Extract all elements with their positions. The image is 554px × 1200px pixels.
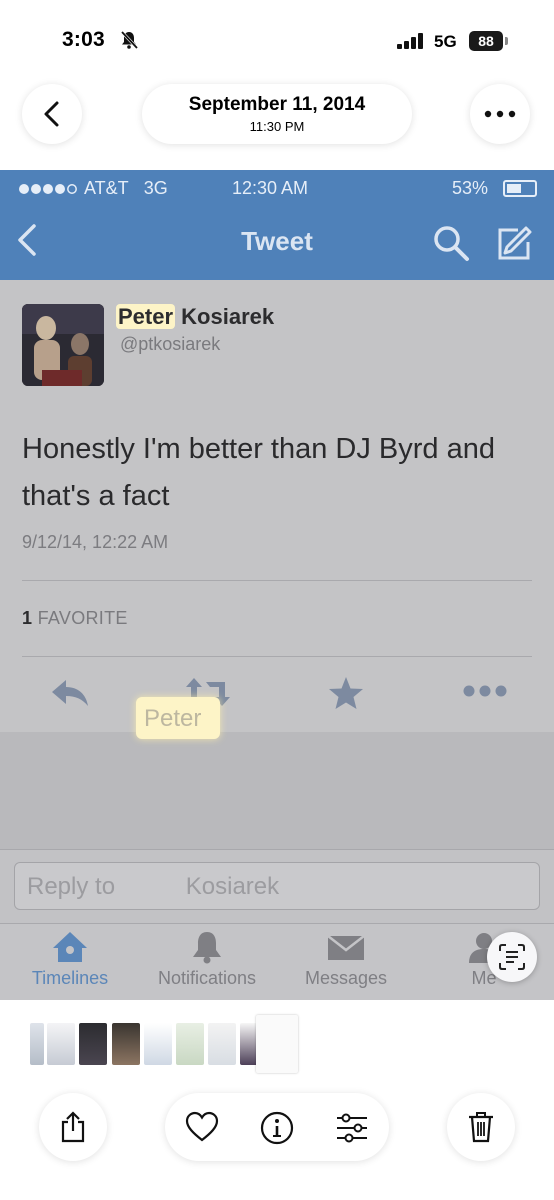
cellular-signal-icon	[397, 33, 423, 49]
avatar-photo	[22, 304, 104, 386]
adjust-icon[interactable]	[335, 1113, 369, 1143]
more-actions-icon[interactable]	[462, 684, 508, 698]
info-icon[interactable]	[260, 1111, 294, 1145]
author-handle[interactable]: @ptkosiarek	[120, 334, 220, 355]
embedded-time: 12:30 AM	[232, 178, 309, 198]
carrier-name: AT&T	[84, 178, 129, 198]
divider	[22, 656, 532, 657]
home-icon	[53, 932, 87, 962]
ellipsis-icon	[484, 110, 516, 118]
bell-slash-icon	[120, 30, 139, 50]
thumbnail[interactable]	[176, 1023, 204, 1065]
ios-status-bar: 3:03 5G 88	[0, 0, 554, 80]
battery-cap	[505, 37, 508, 45]
battery-icon: 88	[469, 31, 503, 51]
tab-bar: Timelines Notifications Messages Me	[0, 923, 554, 1000]
photo-time: 11:30 PM	[249, 119, 305, 134]
empty-thread-area	[0, 732, 554, 849]
photo-actions-pill	[165, 1093, 389, 1161]
status-time: 3:03	[62, 28, 105, 51]
network-type: 5G	[434, 32, 457, 51]
author-name[interactable]: Peter Kosiarek	[116, 304, 274, 330]
tweet-navbar: Tweet	[0, 204, 554, 280]
reply-placeholder: Reply to Peter Kosiarek	[27, 873, 280, 900]
thumbnail[interactable]	[79, 1023, 107, 1065]
favorite-label: FAVORITE	[32, 608, 128, 628]
tab-notifications-label: Notifications	[157, 968, 257, 988]
tweet-timestamp: 9/12/14, 12:22 AM	[22, 532, 169, 552]
tweet-text: Honestly I'm better than DJ Byrd and tha…	[22, 433, 495, 512]
tab-messages-label: Messages	[304, 968, 388, 988]
favorite-count[interactable]: 1 FAVORITE	[22, 608, 128, 629]
thumbnail[interactable]	[30, 1023, 44, 1065]
heart-icon[interactable]	[185, 1111, 219, 1143]
thumbnail[interactable]	[112, 1023, 140, 1065]
share-icon	[61, 1111, 85, 1143]
favorite-number: 1	[22, 608, 33, 628]
thumbnail[interactable]	[144, 1023, 172, 1065]
reply-icon[interactable]	[50, 676, 90, 708]
tab-messages[interactable]: Messages	[296, 924, 396, 1000]
photo-screenshot: AT&T 3G 12:30 AM 53% Tweet Peter Kosiare…	[0, 170, 554, 1000]
live-text-icon	[499, 944, 525, 970]
tab-notifications[interactable]: Notifications	[148, 924, 266, 1000]
delete-button[interactable]	[447, 1093, 515, 1161]
reply-input[interactable]: Reply to Peter Kosiarek	[14, 862, 540, 910]
reply-bar: Reply to Peter Kosiarek	[0, 849, 554, 924]
author-first-name: Peter	[116, 304, 176, 329]
photo-date-pill[interactable]: September 11, 2014 11:30 PM	[142, 84, 412, 144]
bell-icon	[193, 932, 221, 964]
thumbnail[interactable]	[47, 1023, 75, 1065]
live-text-button[interactable]	[487, 932, 537, 982]
tab-timelines[interactable]: Timelines	[20, 924, 120, 1000]
tab-timelines-label: Timelines	[31, 968, 109, 988]
embedded-battery-percent: 53%	[452, 178, 489, 198]
reply-name-highlight: Peter	[136, 697, 220, 739]
signal-dots-icon	[19, 184, 77, 195]
embedded-status-bar: AT&T 3G 12:30 AM 53%	[0, 170, 554, 204]
embedded-battery-icon	[503, 180, 537, 197]
chevron-left-icon	[44, 101, 59, 127]
reply-highlight-text: Peter	[144, 705, 202, 732]
avatar[interactable]	[22, 304, 104, 386]
thumbnail[interactable]	[208, 1023, 236, 1065]
more-button[interactable]	[470, 84, 530, 144]
tweet-title: Tweet	[241, 226, 313, 256]
embedded-network: 3G	[143, 178, 168, 198]
share-button[interactable]	[39, 1093, 107, 1161]
carrier-group: AT&T 3G	[18, 178, 168, 199]
back-button[interactable]	[22, 84, 82, 144]
photo-date: September 11, 2014	[188, 94, 366, 115]
compose-icon[interactable]	[496, 224, 534, 262]
envelope-icon	[327, 935, 365, 960]
thumbnail-current[interactable]	[256, 1015, 298, 1073]
favorite-star-icon[interactable]	[328, 676, 364, 710]
divider	[22, 580, 532, 581]
search-icon[interactable]	[432, 224, 470, 262]
author-last-name: Kosiarek	[175, 304, 275, 329]
trash-icon	[469, 1112, 493, 1143]
